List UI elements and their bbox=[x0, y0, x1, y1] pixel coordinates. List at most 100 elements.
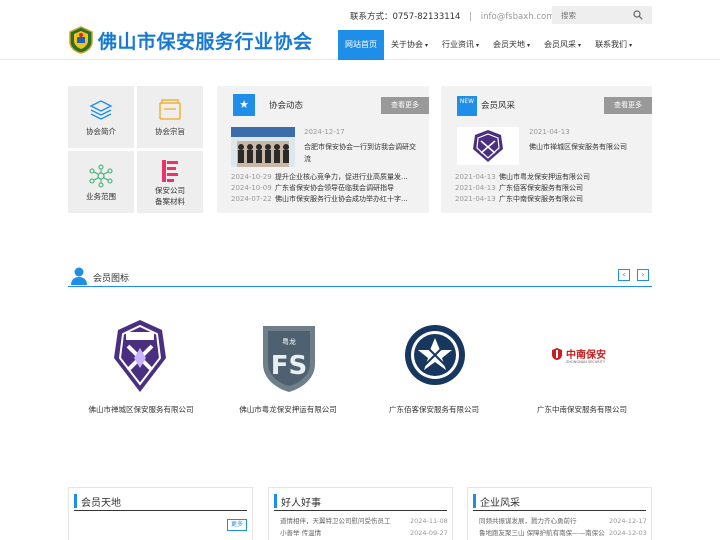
folder-icon bbox=[159, 99, 181, 120]
news-title: 广东省保安协会领导莅临我会调研指导 bbox=[275, 184, 394, 192]
item-date: 2024-11-08 bbox=[410, 517, 448, 525]
list-item[interactable]: 道情相伴，天翼特卫公司慰问受伤员工 2024-11-08 bbox=[280, 515, 448, 527]
zhongnan-security-logo[interactable]: 中南保安 ZHONGNAN SECURITY bbox=[552, 346, 614, 368]
title-divider bbox=[74, 510, 247, 511]
news-item[interactable]: 2024-07-22 佛山市保安服务行业协会成功举办红十字... bbox=[231, 193, 408, 205]
chevron-down-icon: ▾ bbox=[527, 42, 531, 49]
network-icon bbox=[89, 164, 113, 188]
item-title: 道情相伴，天翼特卫公司慰问受伤员工 bbox=[280, 517, 391, 525]
baike-security-logo[interactable] bbox=[404, 322, 466, 388]
chevron-down-icon: ▾ bbox=[425, 42, 429, 49]
contact-email[interactable]: info@fsbaxh.com bbox=[481, 12, 555, 22]
tile-label: 协会宗旨 bbox=[155, 127, 185, 136]
news-date: 2024-07-22 bbox=[231, 195, 272, 203]
title-divider bbox=[473, 510, 646, 511]
svg-text:FS: FS bbox=[271, 351, 308, 381]
member-name[interactable]: 佛山市粤龙保安押运有限公司 bbox=[208, 404, 368, 415]
nav-contact[interactable]: 联系我们 ▾ bbox=[588, 30, 639, 60]
more-button[interactable]: 更多 bbox=[227, 519, 247, 531]
panel-header: NEW 会员风采 查看更多 bbox=[441, 86, 652, 116]
tile-association-intro[interactable]: 协会简介 bbox=[68, 86, 134, 148]
title-accent-bar bbox=[274, 494, 277, 508]
feature-date: 2021-04-13 bbox=[529, 128, 570, 136]
nav-home-label: 网站首页 bbox=[345, 40, 377, 49]
members-world-panel: 会员天地 更多 bbox=[68, 487, 253, 540]
feature-title[interactable]: 佛山市禅城区保安服务有限公司 bbox=[529, 141, 627, 153]
list-item[interactable]: 同频共振谋发展，戮力齐心勇前行 2024-12-17 bbox=[479, 515, 647, 527]
member-logo-thumbnail[interactable] bbox=[457, 127, 519, 165]
star-icon: ★ bbox=[233, 94, 255, 116]
nav-industry-news[interactable]: 行业资讯 ▾ bbox=[435, 30, 486, 60]
site-header: 佛山市保安服务行业协会 联系方式：0757-82133114 | info@fs… bbox=[0, 0, 720, 60]
chevron-down-icon: ▾ bbox=[476, 42, 480, 49]
item-title: 小善举 传温情 bbox=[280, 529, 322, 537]
nav-member-style[interactable]: 会员风采 ▾ bbox=[537, 30, 588, 60]
nav-members-world-label: 会员天地 bbox=[493, 40, 526, 49]
panel-title: 协会动态 bbox=[269, 101, 304, 111]
title-divider bbox=[274, 510, 447, 511]
search-box bbox=[552, 6, 652, 24]
tile-business-scope[interactable]: 业务范围 bbox=[68, 151, 134, 213]
logo-caption: 粤龙 bbox=[282, 337, 296, 346]
item-title: 鲁地跑友聚三山 保障护航有南保——南保公 bbox=[479, 529, 605, 537]
news-title: 广东中南保安服务有限公司 bbox=[499, 195, 583, 203]
document-list-icon bbox=[162, 160, 178, 182]
title-accent-bar bbox=[74, 494, 77, 508]
panel-title: 会员天地 bbox=[81, 498, 121, 509]
association-logo-icon[interactable] bbox=[68, 26, 94, 54]
site-title[interactable]: 佛山市保安服务行业协会 bbox=[98, 27, 313, 54]
member-name[interactable]: 广东佰客保安服务有限公司 bbox=[354, 404, 514, 415]
search-input[interactable] bbox=[552, 6, 632, 24]
list-item[interactable]: 小善举 传温情 2024-09-27 bbox=[280, 527, 448, 539]
member-name[interactable]: 广东中南保安服务有限公司 bbox=[502, 404, 662, 415]
feature-title[interactable]: 合肥市保安协会一行到访我会调研交流 bbox=[304, 141, 416, 165]
separator: | bbox=[469, 12, 473, 22]
tile-label-line2: 备案材料 bbox=[155, 197, 185, 206]
contact-info: 联系方式：0757-82133114 | info@fsbaxh.com bbox=[350, 10, 555, 22]
zhongnan-logo-subtext: ZHONGNAN SECURITY bbox=[566, 360, 606, 364]
news-title: 佛山市粤龙保安押运有限公司 bbox=[499, 173, 590, 181]
carousel-next-button[interactable]: › bbox=[637, 269, 649, 281]
list-item[interactable]: 鲁地跑友聚三山 保障护航有南保——南保公 2024-12-03 bbox=[479, 527, 647, 539]
panel-title: 企业风采 bbox=[480, 498, 520, 509]
feature-date: 2024-12-17 bbox=[304, 128, 345, 136]
layers-icon bbox=[89, 100, 113, 120]
section-divider bbox=[68, 286, 652, 287]
panel-header: ★ 协会动态 查看更多 bbox=[217, 86, 429, 116]
item-date: 2024-12-17 bbox=[609, 517, 647, 525]
tile-label-line1: 保安公司 bbox=[155, 186, 185, 195]
view-more-button[interactable]: 查看更多 bbox=[381, 97, 429, 114]
company-style-panel: 企业风采 同频共振谋发展，戮力齐心勇前行 2024-12-17 鲁地跑友聚三山 保… bbox=[467, 487, 652, 540]
nav-contact-label: 联系我们 bbox=[595, 40, 628, 49]
nav-industry-news-label: 行业资讯 bbox=[442, 40, 475, 49]
chancheng-security-logo[interactable] bbox=[110, 318, 170, 394]
nav-about-label: 关于协会 bbox=[391, 40, 423, 49]
nav-members-world[interactable]: 会员天地 ▾ bbox=[486, 30, 537, 60]
tile-association-purpose[interactable]: 协会宗旨 bbox=[137, 86, 203, 148]
page: 佛山市保安服务行业协会 联系方式：0757-82133114 | info@fs… bbox=[0, 0, 720, 540]
news-title: 广东佰客保安服务有限公司 bbox=[499, 184, 583, 192]
association-news-panel: ★ 协会动态 查看更多 2024-12-17 合肥市保安协会一行到访我会调研交流… bbox=[217, 86, 429, 213]
title-accent-bar bbox=[473, 494, 476, 508]
view-more-button[interactable]: 查看更多 bbox=[604, 97, 652, 114]
news-date: 2021-04-13 bbox=[455, 195, 496, 203]
panel-title: 会员风采 bbox=[481, 101, 516, 111]
user-icon bbox=[71, 267, 87, 285]
member-name[interactable]: 佛山市禅城区保安服务有限公司 bbox=[61, 404, 221, 415]
tile-filing-materials[interactable]: 保安公司 备案材料 bbox=[137, 151, 203, 213]
item-date: 2024-12-03 bbox=[609, 529, 647, 537]
yuelong-escort-logo[interactable]: 粤龙 FS bbox=[259, 322, 319, 394]
chevron-down-icon: ▾ bbox=[578, 42, 582, 49]
member-style-panel: NEW 会员风采 查看更多 2021-04-13 佛山市禅城区保安服务有限公司 … bbox=[441, 86, 652, 213]
carousel-prev-button[interactable]: ‹ bbox=[618, 269, 630, 281]
new-badge-icon: NEW bbox=[457, 96, 477, 116]
tile-label: 业务范围 bbox=[86, 192, 116, 201]
news-title: 提升企业核心竞争力，促进行业高质量发... bbox=[275, 173, 408, 181]
nav-home[interactable]: 网站首页 bbox=[338, 30, 384, 60]
news-item[interactable]: 2021-04-13 广东中南保安服务有限公司 bbox=[455, 193, 583, 205]
search-icon[interactable] bbox=[633, 10, 643, 20]
news-photo[interactable] bbox=[231, 127, 295, 167]
zhongnan-emblem-icon bbox=[552, 348, 562, 360]
nav-about[interactable]: 关于协会 ▾ bbox=[384, 30, 435, 60]
chevron-down-icon: ▾ bbox=[629, 42, 633, 49]
